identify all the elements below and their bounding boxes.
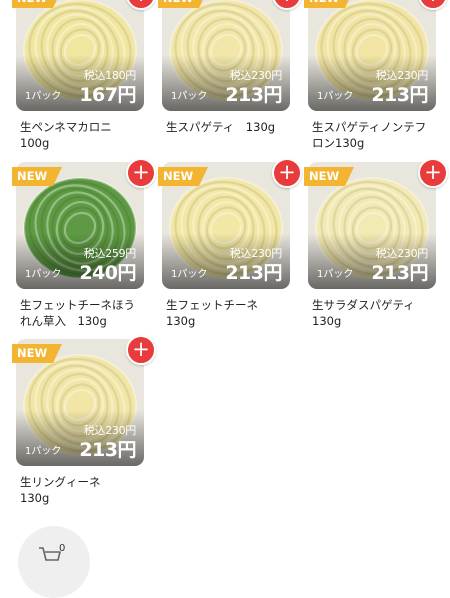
price: 167円 (79, 84, 136, 106)
pack-unit: 1パック (317, 91, 354, 102)
pack-unit: 1パック (25, 446, 62, 457)
add-to-cart-button[interactable]: + (126, 335, 156, 365)
product-card[interactable]: 税込259円 1パック 240円 NEW + 生フェットチーネほう れん草入 1… (12, 158, 156, 329)
price: 213円 (371, 84, 428, 106)
add-to-cart-button[interactable]: + (418, 158, 448, 188)
product-name[interactable]: 生リングィーネ 130g (16, 474, 144, 506)
price: 213円 (79, 439, 136, 461)
pack-unit: 1パック (171, 269, 208, 280)
product-image[interactable]: 税込230円 1パック 213円 (162, 0, 290, 111)
pack-unit: 1パック (171, 91, 208, 102)
product-name[interactable]: 生スパゲティ 130g (162, 119, 290, 135)
product-card[interactable]: 税込230円 1パック 213円 NEW + 生スパゲティ 130g (158, 0, 302, 135)
price: 213円 (225, 84, 282, 106)
product-name[interactable]: 生フェットチーネほう れん草入 130g (16, 297, 144, 329)
pack-unit: 1パック (25, 269, 62, 280)
price: 213円 (225, 262, 282, 284)
product-name[interactable]: 生サラダスパゲティ 130g (308, 297, 436, 329)
product-name[interactable]: 生スパゲティノンテフ ロン130g (308, 119, 436, 151)
product-image[interactable]: 税込230円 1パック 213円 (308, 0, 436, 111)
product-card[interactable]: 税込230円 1パック 213円 NEW + 生サラダスパゲティ 130g (304, 158, 448, 329)
product-card[interactable]: 税込230円 1パック 213円 NEW + 生スパゲティノンテフ ロン130g (304, 0, 448, 151)
pack-unit: 1パック (25, 91, 62, 102)
add-to-cart-button[interactable]: + (126, 158, 156, 188)
product-name[interactable]: 生フェットチーネ 130g (162, 297, 290, 329)
pack-unit: 1パック (317, 269, 354, 280)
cart-button[interactable]: 0 (18, 526, 90, 598)
product-card[interactable]: 税込180円 1パック 167円 NEW + 生ペンネマカロニ 100g (12, 0, 156, 151)
price: 213円 (371, 262, 428, 284)
price: 240円 (79, 262, 136, 284)
product-image[interactable]: 税込180円 1パック 167円 (16, 0, 144, 111)
product-name[interactable]: 生ペンネマカロニ 100g (16, 119, 144, 151)
product-card[interactable]: 税込230円 1パック 213円 NEW + 生フェットチーネ 130g (158, 158, 302, 329)
add-to-cart-button[interactable]: + (272, 158, 302, 188)
cart-count: 0 (59, 543, 66, 554)
product-card[interactable]: 税込230円 1パック 213円 NEW + 生リングィーネ 130g (12, 335, 156, 506)
